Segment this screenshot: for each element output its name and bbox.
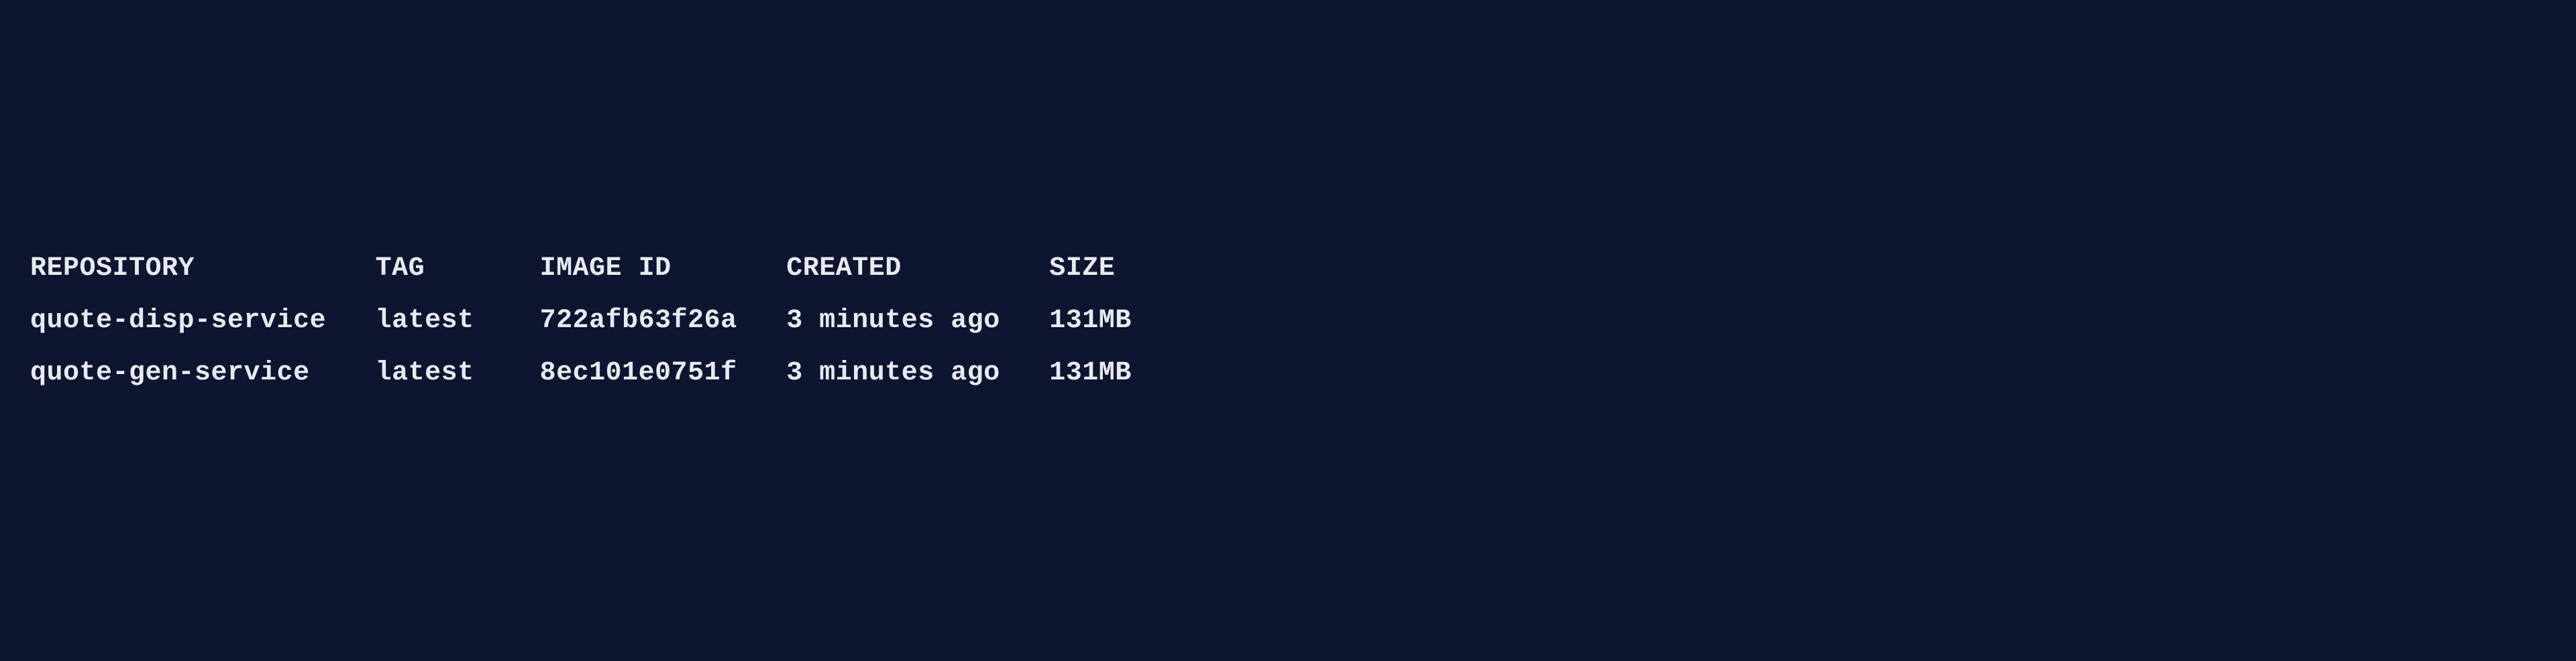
header-tag: TAG [376, 253, 425, 284]
header-image-id: IMAGE ID [540, 253, 672, 284]
cell-repository: quote-gen-service [30, 358, 310, 388]
header-size: SIZE [1049, 253, 1115, 284]
cell-size: 131MB [1049, 358, 1132, 388]
header-created: CREATED [786, 253, 902, 284]
cell-repository: quote-disp-service [30, 306, 326, 336]
cell-created: 3 minutes ago [786, 306, 1000, 336]
table-row: quote-gen-service latest 8ec101e0751f 3 … [30, 347, 2546, 400]
docker-images-output: REPOSITORY TAG IMAGE ID CREATED SIZEquot… [30, 243, 2546, 400]
cell-tag: latest [376, 306, 474, 336]
table-row: quote-disp-service latest 722afb63f26a 3… [30, 295, 2546, 347]
cell-created: 3 minutes ago [786, 358, 1000, 388]
cell-tag: latest [376, 358, 474, 388]
cell-image-id: 722afb63f26a [540, 306, 737, 336]
header-repository: REPOSITORY [30, 253, 195, 284]
cell-image-id: 8ec101e0751f [540, 358, 737, 388]
header-row: REPOSITORY TAG IMAGE ID CREATED SIZE [30, 243, 2546, 295]
cell-size: 131MB [1049, 306, 1132, 336]
